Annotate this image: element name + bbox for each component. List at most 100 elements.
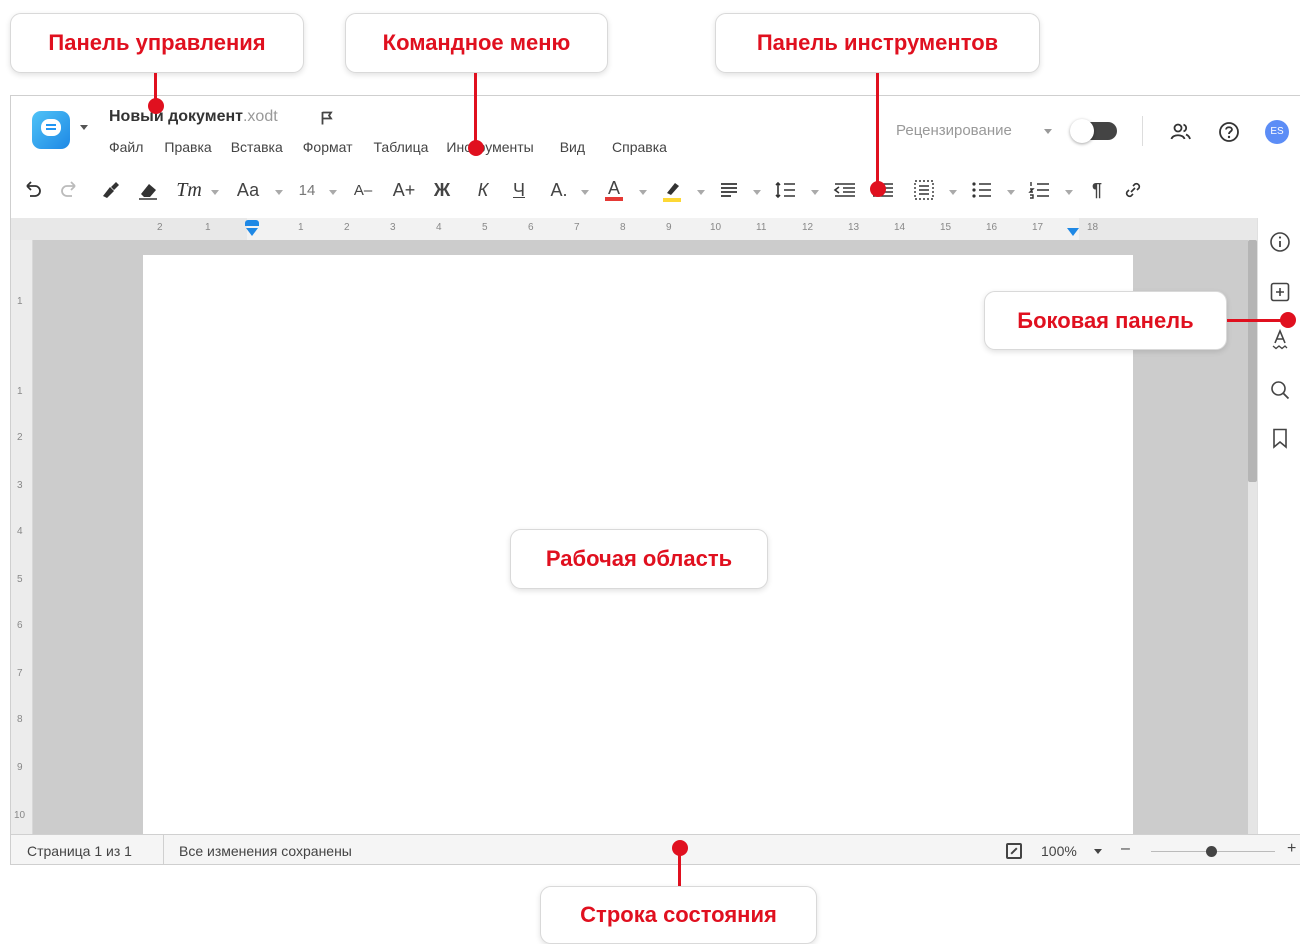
review-toggle[interactable] bbox=[1070, 119, 1117, 143]
underline-button[interactable]: Ч bbox=[507, 172, 531, 208]
zoom-caret-icon[interactable] bbox=[1094, 849, 1102, 854]
ruler-number: 4 bbox=[436, 222, 442, 233]
bullet-list-icon[interactable] bbox=[969, 172, 995, 208]
font-case-caret-icon[interactable] bbox=[275, 190, 283, 195]
numbered-list-caret-icon[interactable] bbox=[1065, 190, 1073, 195]
menu-item-view[interactable]: Вид bbox=[560, 139, 585, 155]
increase-font-button[interactable]: А+ bbox=[389, 172, 419, 208]
right-indent-marker[interactable] bbox=[1067, 228, 1079, 236]
menu-item-edit[interactable]: Правка bbox=[164, 139, 211, 155]
callout-dot bbox=[148, 98, 164, 114]
undo-icon[interactable] bbox=[21, 172, 43, 208]
menu-item-tools[interactable]: Инструменты bbox=[446, 139, 533, 155]
header-divider bbox=[1142, 116, 1143, 146]
vertical-ruler[interactable]: 1 1 2 3 4 5 6 7 8 9 10 bbox=[11, 240, 33, 834]
users-icon[interactable] bbox=[1169, 121, 1193, 143]
help-icon[interactable] bbox=[1218, 121, 1240, 143]
callout-workspace: Рабочая область bbox=[510, 529, 768, 589]
highlight-caret-icon[interactable] bbox=[697, 190, 705, 195]
text-style-caret-icon[interactable] bbox=[211, 190, 219, 195]
decrease-font-button[interactable]: А– bbox=[349, 172, 377, 208]
italic-button[interactable]: К bbox=[471, 172, 495, 208]
callout-dot bbox=[1280, 312, 1296, 328]
zoom-out-button[interactable]: – bbox=[1121, 840, 1130, 858]
callout-line bbox=[474, 73, 477, 147]
v-ruler-number: 6 bbox=[17, 620, 23, 631]
clear-style-icon[interactable] bbox=[136, 172, 160, 208]
ruler-number: 6 bbox=[528, 222, 534, 233]
v-ruler-number: 8 bbox=[17, 714, 23, 725]
font-case-button[interactable]: Аа bbox=[233, 172, 263, 208]
align-icon[interactable] bbox=[717, 172, 741, 208]
menu-item-table[interactable]: Таблица bbox=[374, 139, 429, 155]
ruler-number: 8 bbox=[620, 222, 626, 233]
link-icon[interactable] bbox=[1121, 172, 1145, 208]
font-color-caret-icon[interactable] bbox=[639, 190, 647, 195]
font-size-field[interactable]: 14 bbox=[295, 172, 319, 208]
highlight-icon[interactable] bbox=[659, 172, 685, 208]
document-name: Новый документ bbox=[109, 108, 243, 125]
menu-item-format[interactable]: Формат bbox=[303, 139, 353, 155]
ruler-number: 1 bbox=[205, 222, 211, 233]
font-color-button[interactable]: А bbox=[601, 172, 627, 208]
text-style-button[interactable]: Тт bbox=[176, 172, 202, 208]
info-icon[interactable] bbox=[1268, 230, 1292, 254]
strikethrough-button[interactable]: А. bbox=[545, 172, 573, 208]
user-avatar[interactable]: ES bbox=[1265, 120, 1289, 144]
font-size-caret-icon[interactable] bbox=[329, 190, 337, 195]
bold-label: Ж bbox=[433, 179, 451, 200]
bookmark-icon[interactable] bbox=[1268, 426, 1292, 450]
callout-toolbar: Панель инструментов bbox=[715, 13, 1040, 73]
spellcheck-icon[interactable] bbox=[1268, 328, 1292, 352]
callout-line bbox=[1227, 319, 1287, 322]
status-divider bbox=[163, 835, 164, 864]
zoom-slider-knob[interactable] bbox=[1206, 846, 1217, 857]
scrollbar-thumb[interactable] bbox=[1248, 240, 1257, 482]
paragraph-settings-caret-icon[interactable] bbox=[949, 190, 957, 195]
sidebar bbox=[1257, 218, 1300, 834]
menu-item-file[interactable]: Файл bbox=[109, 139, 143, 155]
document-extension: .xodt bbox=[242, 108, 278, 125]
left-indent-marker[interactable] bbox=[246, 228, 258, 236]
v-ruler-number: 9 bbox=[17, 762, 23, 773]
v-ruler-number: 1 bbox=[17, 386, 23, 397]
ruler-number: 7 bbox=[574, 222, 580, 233]
horizontal-ruler[interactable]: 2 1 1 2 3 4 5 6 7 8 9 10 11 12 13 14 15 … bbox=[11, 218, 1257, 240]
bullet-list-caret-icon[interactable] bbox=[1007, 190, 1015, 195]
callout-statusbar: Строка состояния bbox=[540, 886, 817, 944]
strikethrough-caret-icon[interactable] bbox=[581, 190, 589, 195]
fit-to-page-icon[interactable] bbox=[1006, 843, 1022, 859]
review-mode-label[interactable]: Рецензирование bbox=[896, 122, 1012, 139]
font-color-swatch bbox=[605, 197, 623, 201]
font-color-label: А bbox=[607, 178, 620, 198]
zoom-in-button[interactable]: + bbox=[1287, 840, 1296, 858]
font-size-value: 14 bbox=[298, 181, 316, 199]
review-dropdown-icon[interactable] bbox=[1044, 129, 1052, 134]
v-ruler-number: 3 bbox=[17, 480, 23, 491]
redo-icon[interactable] bbox=[59, 172, 81, 208]
line-spacing-caret-icon[interactable] bbox=[811, 190, 819, 195]
paragraph-settings-icon[interactable] bbox=[911, 172, 937, 208]
callout-command-menu: Командное меню bbox=[345, 13, 608, 73]
v-ruler-number: 1 bbox=[17, 296, 23, 307]
logo-dropdown-icon[interactable] bbox=[80, 125, 88, 130]
search-icon[interactable] bbox=[1268, 378, 1292, 402]
page-counter[interactable]: Страница 1 из 1 bbox=[27, 843, 132, 859]
paragraph-mark-label: ¶ bbox=[1091, 179, 1102, 200]
decrease-indent-icon[interactable] bbox=[831, 172, 859, 208]
flag-icon[interactable] bbox=[321, 111, 333, 125]
line-spacing-icon[interactable] bbox=[773, 172, 799, 208]
insert-icon[interactable] bbox=[1268, 280, 1292, 304]
numbered-list-icon[interactable] bbox=[1027, 172, 1053, 208]
copy-style-icon[interactable] bbox=[99, 172, 121, 208]
document-title[interactable]: Новый документ.xodt bbox=[109, 108, 278, 126]
first-line-indent-marker[interactable] bbox=[245, 220, 259, 226]
menu-item-insert[interactable]: Вставка bbox=[231, 139, 283, 155]
app-logo-icon[interactable] bbox=[32, 111, 70, 149]
paragraph-mark-button[interactable]: ¶ bbox=[1085, 172, 1109, 208]
bold-button[interactable]: Ж bbox=[429, 172, 455, 208]
menu-item-help[interactable]: Справка bbox=[612, 139, 667, 155]
align-caret-icon[interactable] bbox=[753, 190, 761, 195]
command-menu: Файл Правка Вставка Формат Таблица Инстр… bbox=[109, 139, 667, 155]
zoom-value[interactable]: 100% bbox=[1041, 843, 1077, 859]
